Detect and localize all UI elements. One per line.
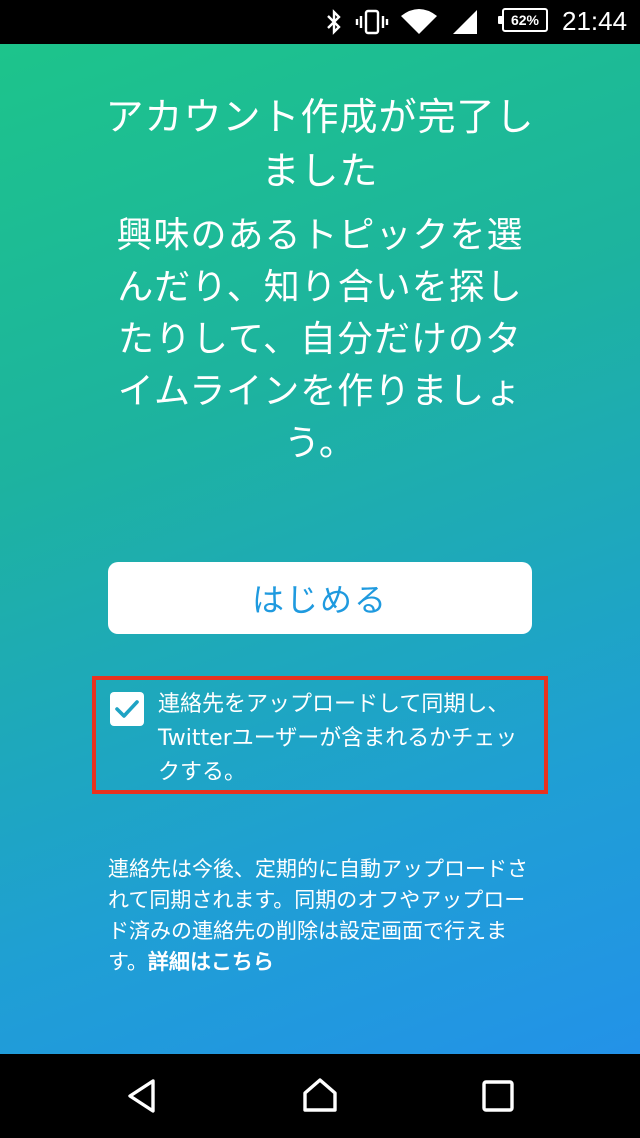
wifi-icon	[398, 8, 440, 36]
details-link[interactable]: 詳細はこちら	[148, 950, 274, 974]
cell-signal-icon	[448, 8, 480, 36]
start-button[interactable]: はじめる	[108, 562, 532, 634]
battery-percent: 62%	[510, 12, 540, 28]
sync-footnote: 連絡先は今後、定期的に自動アップロードされて同期されます。同期のオフやアップロー…	[108, 854, 538, 978]
status-bar: 62% 21:44	[0, 0, 640, 44]
screen: 62% 21:44 アカウント作成が完了しました 興味のあるトピックを選んだり、…	[0, 0, 640, 1138]
clock: 21:44	[562, 6, 628, 36]
checkmark-icon	[115, 700, 139, 718]
page-subtitle: 興味のあるトピックを選んだり、知り合いを探したりして、自分だけのタイムラインを作…	[116, 215, 524, 464]
bluetooth-icon	[322, 8, 346, 36]
contact-sync-option: 連絡先をアップロードして同期し、Twitterユーザーが含まれるかチェックする。	[92, 676, 548, 794]
back-icon[interactable]	[118, 1072, 166, 1120]
vibrate-icon	[354, 8, 390, 36]
home-icon[interactable]	[296, 1072, 344, 1120]
page-title: アカウント作成が完了しました	[105, 95, 535, 193]
recents-icon[interactable]	[474, 1072, 522, 1120]
battery-icon: 62%	[498, 8, 548, 32]
contact-sync-checkbox[interactable]	[110, 692, 144, 726]
contact-sync-label[interactable]: 連絡先をアップロードして同期し、Twitterユーザーが含まれるかチェックする。	[158, 688, 538, 790]
nav-bar	[0, 1054, 640, 1138]
onboarding-panel: アカウント作成が完了しました 興味のあるトピックを選んだり、知り合いを探したりし…	[0, 44, 640, 1054]
